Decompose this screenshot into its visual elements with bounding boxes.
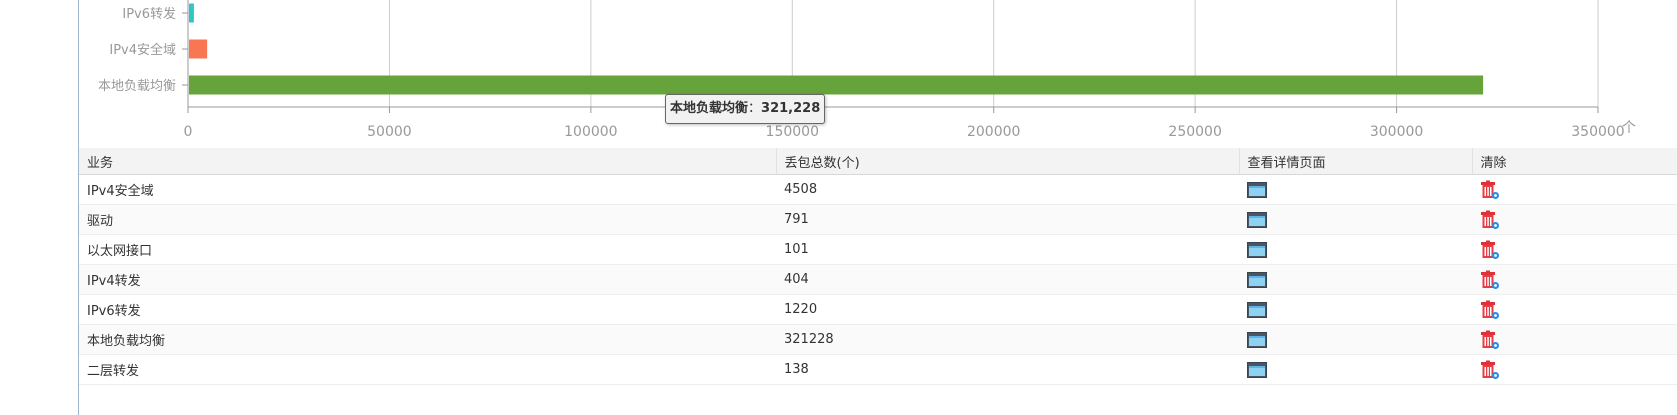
cell-drops: 101 xyxy=(776,234,1239,265)
table-row: IPv6转发 1220 xyxy=(79,294,1677,325)
cell-drops: 321228 xyxy=(776,324,1239,355)
table-row: 本地负载均衡 321228 xyxy=(79,324,1677,355)
x-axis-unit: 个 xyxy=(1622,120,1636,136)
tooltip-separator: ： xyxy=(748,101,762,116)
chart-tooltip: 本地负载均衡：321,228 xyxy=(665,94,826,124)
x-tick-label: 300000 xyxy=(1370,124,1423,140)
cell-view xyxy=(1239,234,1472,265)
tooltip-category: 本地负载均衡 xyxy=(670,101,749,116)
cell-view xyxy=(1239,294,1472,325)
y-category-label: 本地负载均衡 xyxy=(98,79,176,94)
y-category-label: IPv6转发 xyxy=(122,6,176,22)
cell-service: IPv4安全域 xyxy=(79,174,776,205)
cell-service: 本地负载均衡 xyxy=(79,324,776,355)
cell-clear xyxy=(1472,234,1677,265)
cell-service: 以太网接口 xyxy=(79,234,776,265)
trash-clear-icon[interactable] xyxy=(1480,210,1500,230)
table-row: 二层转发 138 xyxy=(79,354,1677,385)
table-row: IPv4转发 404 xyxy=(79,264,1677,295)
cell-view xyxy=(1239,264,1472,295)
cell-clear xyxy=(1472,264,1677,295)
window-view-icon[interactable] xyxy=(1247,181,1267,198)
cell-clear xyxy=(1472,204,1677,235)
cell-service: IPv6转发 xyxy=(79,294,776,325)
cell-service: IPv4转发 xyxy=(79,264,776,295)
cell-drops: 1220 xyxy=(776,294,1239,325)
x-tick-label: 200000 xyxy=(967,124,1020,140)
trash-clear-icon[interactable] xyxy=(1480,180,1500,200)
window-view-icon[interactable] xyxy=(1247,271,1267,288)
trash-clear-icon[interactable] xyxy=(1480,360,1500,380)
cell-view xyxy=(1239,204,1472,235)
x-tick-label: 0 xyxy=(184,124,193,140)
cell-view xyxy=(1239,354,1472,385)
trash-clear-icon[interactable] xyxy=(1480,330,1500,350)
trash-clear-icon[interactable] xyxy=(1480,300,1500,320)
window-view-icon[interactable] xyxy=(1247,211,1267,228)
table-body: IPv4安全域 4508 驱动 791 以太网接口 101 IPv4转发 404 IPv6转发 1… xyxy=(79,174,1677,385)
window-view-icon[interactable] xyxy=(1247,361,1267,378)
cell-drops: 404 xyxy=(776,264,1239,295)
window-view-icon[interactable] xyxy=(1247,241,1267,258)
cell-drops: 138 xyxy=(776,354,1239,385)
cell-service: 二层转发 xyxy=(79,354,776,385)
drop-count-bar-chart: 0 50000 100000 150000 200000 250000 300000 3500… xyxy=(98,0,1636,140)
cell-drops: 791 xyxy=(776,204,1239,235)
cell-view xyxy=(1239,324,1472,355)
table-header-row: 业务 丢包总数(个) 查看详情页面 清除 xyxy=(79,148,1677,175)
y-category-label: IPv4安全域 xyxy=(109,42,176,58)
bar[interactable] xyxy=(189,3,194,23)
bar[interactable] xyxy=(189,39,208,59)
x-tick-label: 350000 xyxy=(1571,124,1624,140)
table-row: 以太网接口 101 xyxy=(79,234,1677,265)
table-row: 驱动 791 xyxy=(79,204,1677,235)
x-tick-label: 100000 xyxy=(564,124,617,140)
cell-drops: 4508 xyxy=(776,174,1239,205)
header-service[interactable]: 业务 xyxy=(79,148,777,175)
cell-service: 驱动 xyxy=(79,204,776,235)
page: 0 50000 100000 150000 200000 250000 300000 3500… xyxy=(0,0,1677,415)
header-clear[interactable]: 清除 xyxy=(1472,148,1677,175)
x-tick-label: 50000 xyxy=(367,124,412,140)
tooltip-value: 321,228 xyxy=(761,101,821,116)
cell-clear xyxy=(1472,174,1677,205)
cell-clear xyxy=(1472,294,1677,325)
header-view-details[interactable]: 查看详情页面 xyxy=(1239,148,1473,175)
trash-clear-icon[interactable] xyxy=(1480,240,1500,260)
cell-clear xyxy=(1472,354,1677,385)
cell-clear xyxy=(1472,324,1677,355)
trash-clear-icon[interactable] xyxy=(1480,270,1500,290)
drop-stats-table: 业务 丢包总数(个) 查看详情页面 清除 IPv4安全域 4508 驱动 791 以太网… xyxy=(79,148,1677,385)
window-view-icon[interactable] xyxy=(1247,331,1267,348)
x-tick-label: 150000 xyxy=(766,124,819,140)
bar[interactable] xyxy=(189,75,1484,95)
table-row: IPv4安全域 4508 xyxy=(79,174,1677,205)
header-drops[interactable]: 丢包总数(个) xyxy=(776,148,1240,175)
x-tick-label: 250000 xyxy=(1168,124,1221,140)
cell-view xyxy=(1239,174,1472,205)
window-view-icon[interactable] xyxy=(1247,301,1267,318)
